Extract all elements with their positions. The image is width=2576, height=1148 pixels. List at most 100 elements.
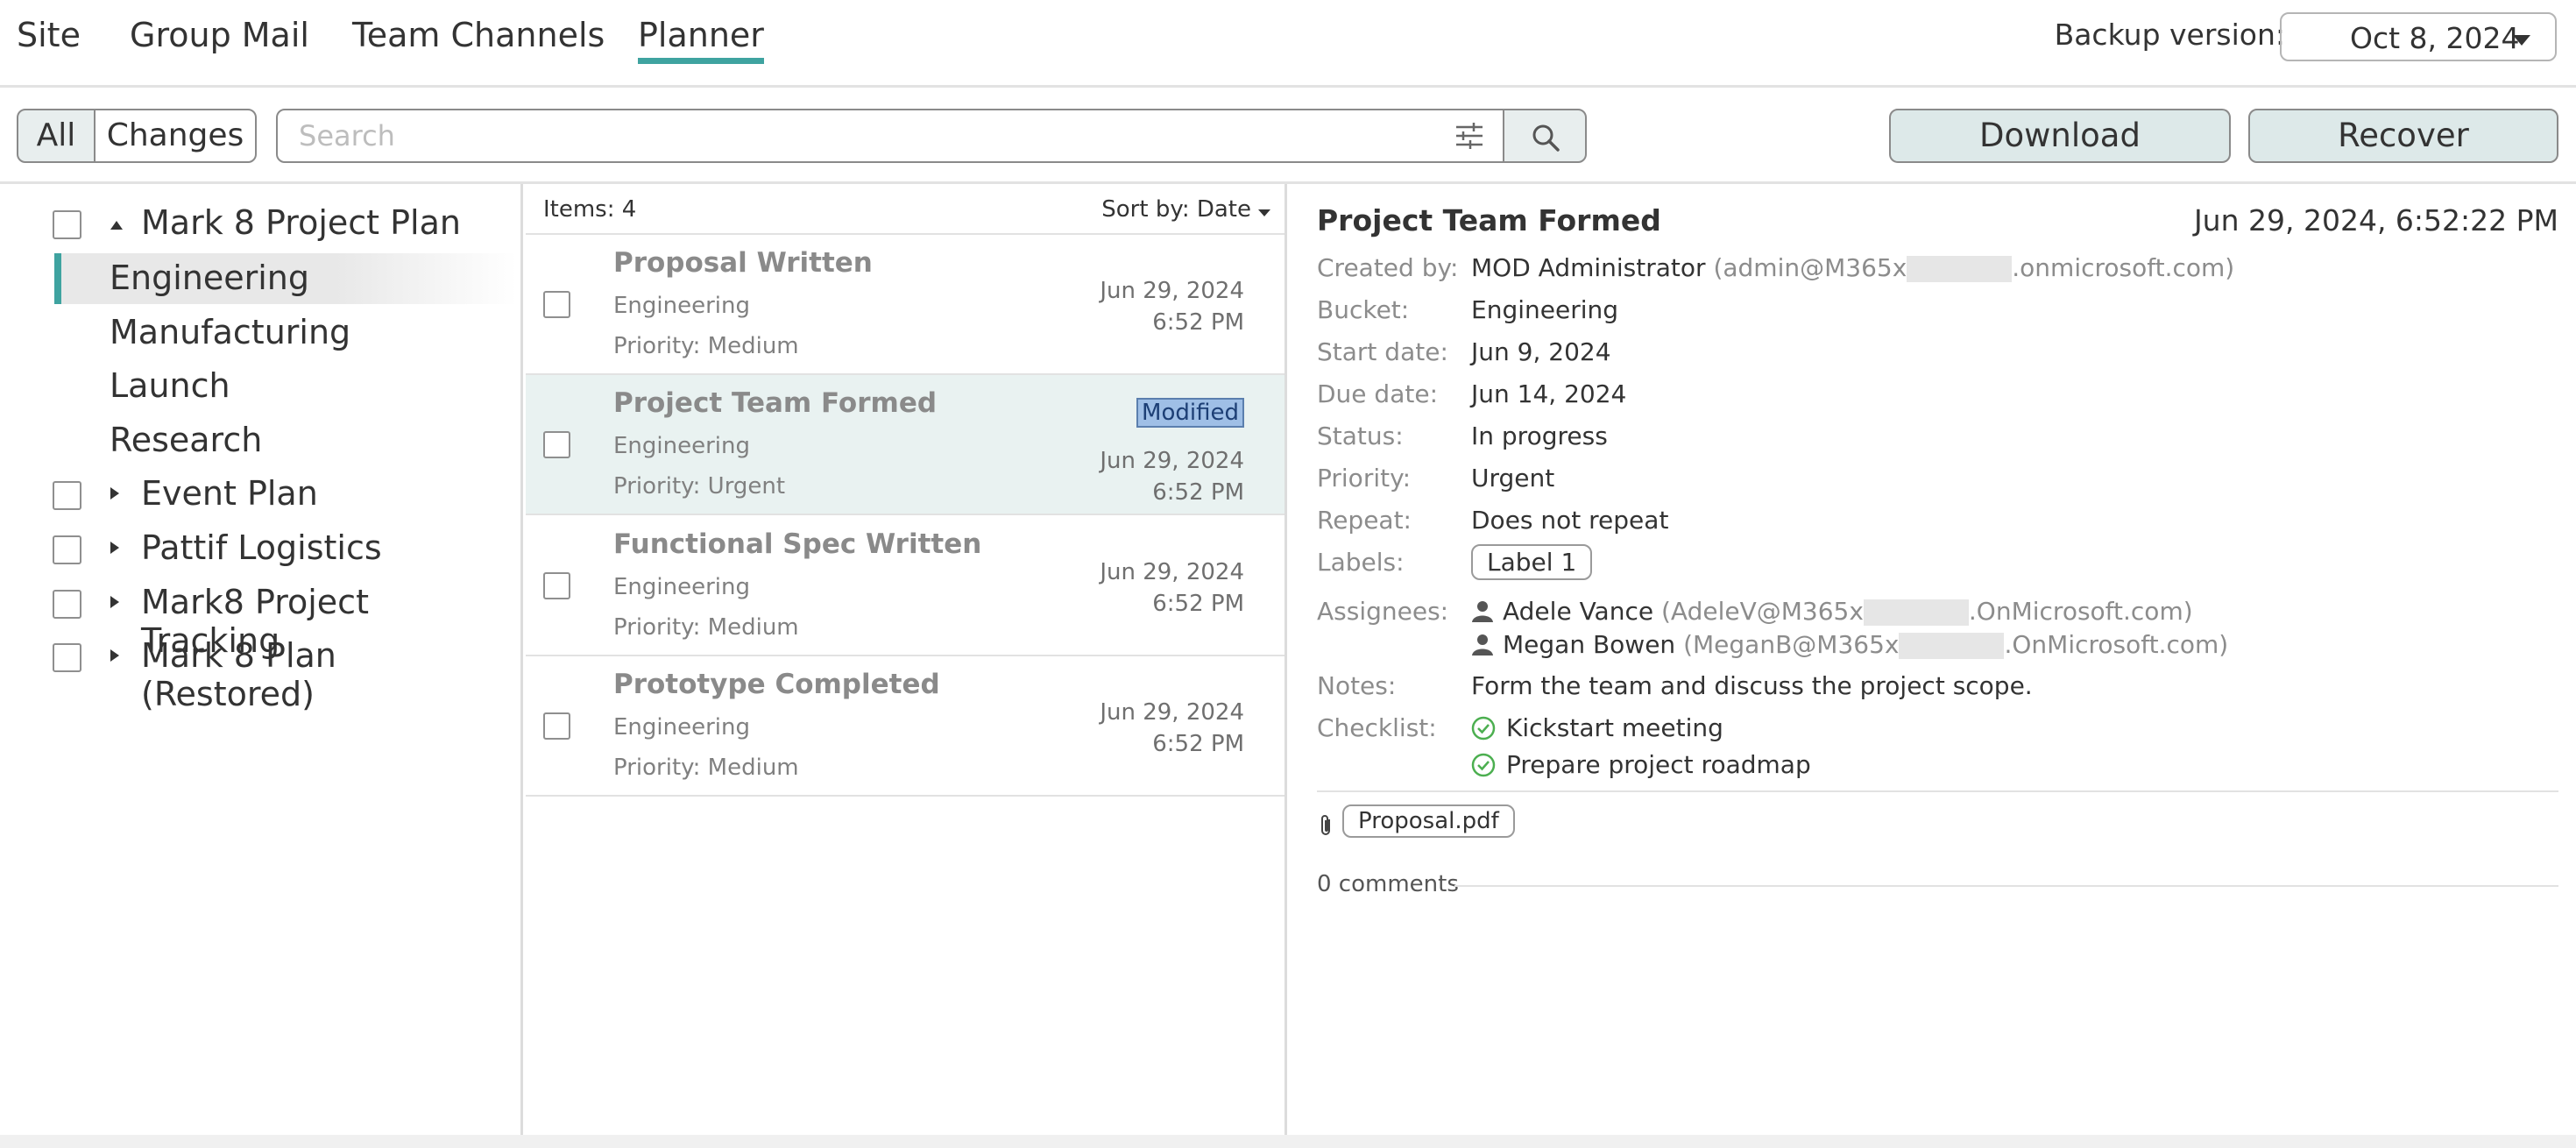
tab-team-channels[interactable]: Team Channels <box>352 16 605 54</box>
plan-checkbox[interactable] <box>53 643 81 672</box>
task-list-item[interactable]: Proposal Written Engineering Priority: M… <box>526 235 1284 375</box>
list-header: Items: 4 Sort by: Date <box>526 186 1284 235</box>
task-priority: Priority: Medium <box>613 614 799 641</box>
assignee-row: Adele Vance (AdeleV@M365x .OnMicrosoft.co… <box>1471 597 2193 626</box>
tree-bucket-launch[interactable]: Launch <box>0 361 517 412</box>
task-list-item[interactable]: Prototype Completed Engineering Priority… <box>526 656 1284 797</box>
plan-checkbox[interactable] <box>53 481 81 510</box>
creator-name: MOD Administrator <box>1471 253 1706 282</box>
field-key: Priority: <box>1317 464 1412 493</box>
tree-bucket-research[interactable]: Research <box>0 415 517 466</box>
field-value: In progress <box>1471 422 1608 450</box>
toolbar-divider <box>0 181 2576 184</box>
plan-checkbox[interactable] <box>53 535 81 564</box>
bucket-label: Research <box>110 421 263 459</box>
bucket-label: Engineering <box>110 259 309 297</box>
tree-bucket-manufacturing[interactable]: Manufacturing <box>0 308 517 358</box>
plan-checkbox[interactable] <box>53 210 81 239</box>
checklist-item: Prepare project roadmap <box>1471 750 1811 779</box>
comments-count[interactable]: 0 comments <box>1317 871 1459 897</box>
sort-by-dropdown[interactable]: Sort by: Date <box>1101 196 1251 223</box>
tree-list-divider[interactable] <box>520 184 523 1135</box>
check-circle-icon <box>1471 753 1496 777</box>
search-icon <box>1532 124 1560 152</box>
task-date-time: 6:52 PM <box>1152 309 1244 336</box>
caret-down-icon[interactable] <box>1258 209 1270 216</box>
redacted-block <box>1899 633 2005 659</box>
expand-triangle-icon[interactable] <box>110 649 119 662</box>
redacted-block <box>1907 256 2013 282</box>
filter-all-button[interactable]: All <box>17 109 96 163</box>
task-checkbox[interactable] <box>543 572 570 599</box>
assignee-row: Megan Bowen (MeganB@M365x .OnMicrosoft.co… <box>1471 630 2228 659</box>
assignee-name: Adele Vance <box>1503 597 1654 626</box>
label-chip: Label 1 <box>1471 544 1593 580</box>
assignee-email-suffix: .OnMicrosoft.com) <box>1968 597 2193 626</box>
assignee-email-prefix: (AdeleV@M365x <box>1660 597 1864 626</box>
task-list-item-selected[interactable]: Project Team Formed Engineering Priority… <box>526 375 1284 515</box>
caret-down-icon <box>2513 35 2530 46</box>
plan-checkbox[interactable] <box>53 590 81 619</box>
tree-plan-event-plan[interactable]: Event Plan <box>0 469 517 520</box>
task-checkbox[interactable] <box>543 431 570 458</box>
person-icon <box>1472 601 1493 622</box>
backup-version-value: Oct 8, 2024 <box>2350 21 2520 55</box>
expand-triangle-icon[interactable] <box>110 487 119 500</box>
tree-plan-mark-8-project-plan[interactable]: Mark 8 Project Plan <box>0 198 517 249</box>
field-key: Repeat: <box>1317 506 1412 535</box>
detail-divider <box>1317 790 2558 792</box>
plan-label: Mark 8 Project Plan <box>141 203 461 242</box>
task-title: Functional Spec Written <box>613 528 982 560</box>
checklist-item: Kickstart meeting <box>1471 713 1723 742</box>
paperclip-icon <box>1321 815 1330 835</box>
expand-triangle-icon[interactable] <box>110 596 119 608</box>
tree-plan-mark-8-plan-restored[interactable]: Mark 8 Plan (Restored) <box>0 631 517 713</box>
checklist-text: Kickstart meeting <box>1506 713 1723 742</box>
check-circle-icon <box>1471 716 1496 741</box>
plan-label: Pattif Logistics <box>141 528 382 567</box>
field-value: Jun 9, 2024 <box>1471 337 1611 366</box>
task-date: Jun 29, 2024 6:52 PM <box>1100 445 1244 508</box>
list-detail-divider[interactable] <box>1284 184 1287 1135</box>
task-date-time: 6:52 PM <box>1152 731 1244 757</box>
plan-label: Mark 8 Plan (Restored) <box>141 636 336 713</box>
backup-version-select[interactable]: Oct 8, 2024 <box>2280 12 2557 61</box>
task-checkbox[interactable] <box>543 712 570 740</box>
task-bucket: Engineering <box>613 293 750 319</box>
expand-triangle-icon[interactable] <box>110 542 119 554</box>
field-key: Created by: <box>1317 253 1459 282</box>
redacted-block <box>1863 599 1969 626</box>
comments-divider <box>1454 885 2558 887</box>
attachment-chip[interactable]: Proposal.pdf <box>1342 804 1515 838</box>
recover-button[interactable]: Recover <box>2248 109 2558 163</box>
collapse-triangle-icon[interactable] <box>110 221 123 230</box>
download-button[interactable]: Download <box>1889 109 2231 163</box>
tree-plan-mark8-project-tracking[interactable]: Mark8 Project Tracking <box>0 578 517 660</box>
task-date: Jun 29, 2024 6:52 PM <box>1100 556 1244 620</box>
person-icon <box>1472 634 1493 655</box>
field-value: Urgent <box>1471 464 1555 493</box>
field-value: Jun 14, 2024 <box>1471 379 1627 408</box>
bucket-label: Manufacturing <box>110 313 351 351</box>
tab-site[interactable]: Site <box>17 16 81 54</box>
search-button[interactable] <box>1503 109 1587 163</box>
filter-changes-button[interactable]: Changes <box>94 109 257 163</box>
field-key: Labels: <box>1317 548 1405 577</box>
field-key: Notes: <box>1317 671 1397 700</box>
assignee-email-suffix: .OnMicrosoft.com) <box>2004 630 2229 659</box>
tree-plan-pattif-logistics[interactable]: Pattif Logistics <box>0 523 517 574</box>
filter-icon[interactable] <box>1454 121 1484 151</box>
plan-label: Event Plan <box>141 474 318 513</box>
task-date-day: Jun 29, 2024 <box>1100 278 1244 304</box>
tree-bucket-engineering[interactable]: Engineering <box>54 253 517 304</box>
tab-group-mail[interactable]: Group Mail <box>130 16 309 54</box>
field-key: Checklist: <box>1317 713 1437 742</box>
field-key: Bucket: <box>1317 295 1410 324</box>
task-date-day: Jun 29, 2024 <box>1100 699 1244 726</box>
tab-planner[interactable]: Planner <box>638 16 764 64</box>
search-input[interactable]: Search <box>276 109 1504 163</box>
task-checkbox[interactable] <box>543 291 570 318</box>
detail-timestamp: Jun 29, 2024, 6:52:22 PM <box>2193 203 2558 237</box>
task-list-item[interactable]: Functional Spec Written Engineering Prio… <box>526 516 1284 656</box>
bottom-edge <box>0 1135 2576 1148</box>
